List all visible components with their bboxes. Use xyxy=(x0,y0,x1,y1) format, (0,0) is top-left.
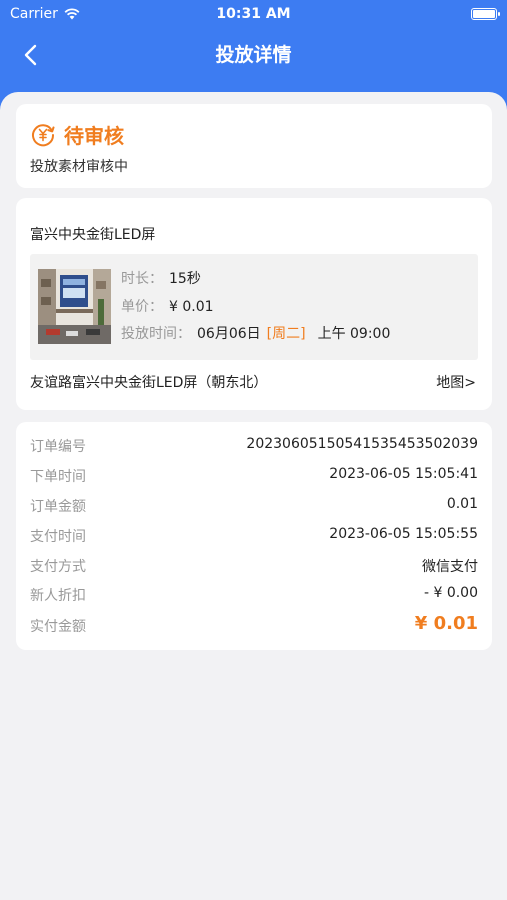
status-card: 待审核 投放素材审核中 xyxy=(16,104,492,188)
ad-detail-box: 时长： 15秒 单价： ¥ 0.01 投放时间： 06月06日 [周二] 上午 09:00 xyxy=(30,254,478,360)
schedule-label: 投放时间： xyxy=(121,326,191,342)
order-label: 支付时间 xyxy=(30,529,86,545)
order-value: 2023060515054153545350​2039 xyxy=(246,436,478,452)
page-title: 投放详情 xyxy=(215,44,292,66)
order-row-pay-method: 支付方式 微信支付 xyxy=(30,556,478,576)
order-value: 0.01 xyxy=(446,496,478,512)
order-row-discount: 新人折扣 - ¥ 0.00 xyxy=(30,585,478,605)
order-label: 下单时间 xyxy=(30,469,86,485)
schedule-time: 上午 09:00 xyxy=(317,326,391,342)
order-label: 订单编号 xyxy=(30,439,86,455)
price-label: 单价： xyxy=(121,299,163,315)
order-value: 微信支付 xyxy=(422,559,478,575)
nav-bar: 投放详情 xyxy=(0,28,507,78)
price-value: ¥ 0.01 xyxy=(169,299,214,315)
screen-card: 富兴中央金街LED屏 时长： 15秒 单价： ¥ 0.01 投放时间： 06月0… xyxy=(16,198,492,410)
order-value: 2023-06-05 15:05:55 xyxy=(329,526,478,542)
duration-label: 时长： xyxy=(121,271,163,287)
order-row-number: 订单编号 2023060515054153545350​2039 xyxy=(30,436,478,456)
schedule-date: 06月06日 xyxy=(197,326,261,342)
duration-value: 15秒 xyxy=(169,271,201,287)
yuan-clock-icon xyxy=(32,123,55,146)
order-row-created: 下单时间 2023-06-05 15:05:41 xyxy=(30,466,478,486)
order-card: 订单编号 2023060515054153545350​2039 下单时间 20… xyxy=(16,422,492,650)
paid-amount-value: ¥ 0.01 xyxy=(414,613,478,634)
status-title: 待审核 xyxy=(64,124,124,148)
order-label: 实付金额 xyxy=(30,619,86,635)
order-row-paid-time: 支付时间 2023-06-05 15:05:55 xyxy=(30,526,478,546)
map-link[interactable]: 地图> xyxy=(436,372,476,392)
schedule-weekday: [周二] xyxy=(266,326,306,342)
status-bar: Carrier 10:31 AM xyxy=(0,0,507,28)
order-row-paid-amount: 实付金额 ¥ 0.01 xyxy=(30,613,478,636)
order-row-amount: 订单金额 0.01 xyxy=(30,496,478,516)
screen-thumbnail xyxy=(38,269,111,344)
screen-address: 友谊路富兴中央金街LED屏（朝东北） xyxy=(30,375,268,391)
order-label: 订单金额 xyxy=(30,499,86,515)
clock: 10:31 AM xyxy=(216,6,291,22)
order-label: 新人折扣 xyxy=(30,588,86,604)
order-value: 2023-06-05 15:05:41 xyxy=(329,466,478,482)
order-label: 支付方式 xyxy=(30,559,86,575)
order-value: - ¥ 0.00 xyxy=(423,585,478,601)
battery-icon xyxy=(471,8,500,20)
status-subtitle: 投放素材审核中 xyxy=(30,159,128,175)
schedule-row: 投放时间： 06月06日 [周二] 上午 09:00 xyxy=(121,323,390,343)
price-row: 单价： ¥ 0.01 xyxy=(121,296,214,316)
duration-row: 时长： 15秒 xyxy=(121,268,201,288)
screen-name: 富兴中央金街LED屏 xyxy=(30,227,156,243)
